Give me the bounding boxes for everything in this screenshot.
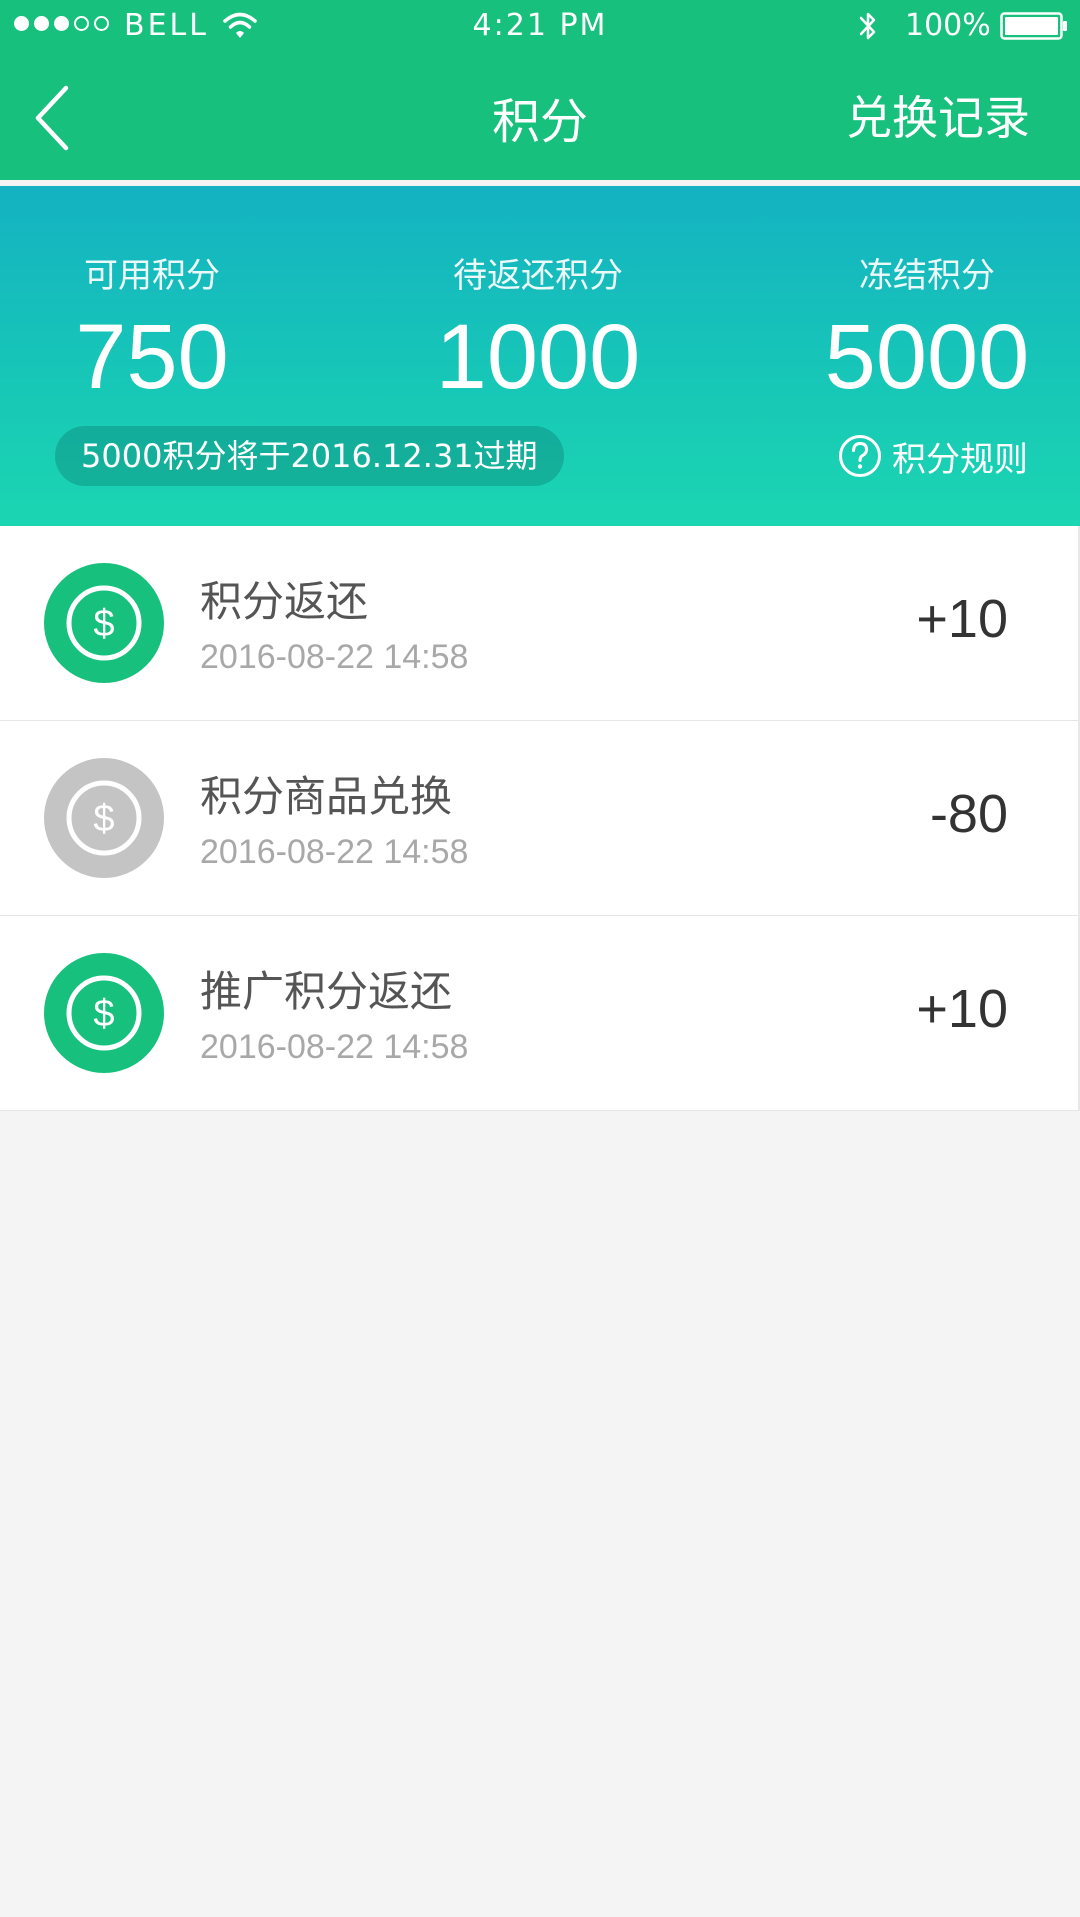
header: BELL 4:21 PM 100% 积分 兑换记录	[0, 0, 1080, 180]
svg-text:$: $	[93, 798, 114, 840]
status-bar: BELL 4:21 PM 100%	[0, 0, 1080, 52]
record-row[interactable]: $ 积分商品兑换 2016-08-22 14:58 -80	[0, 721, 1078, 916]
bluetooth-icon	[859, 12, 876, 40]
svg-text:$: $	[93, 603, 114, 645]
points-rules-label: 积分规则	[892, 439, 1028, 480]
back-button[interactable]	[22, 74, 82, 164]
exchange-history-button[interactable]: 兑换记录	[846, 82, 1030, 148]
svg-text:$: $	[93, 993, 114, 1035]
record-title: 推广积分返还	[200, 967, 453, 1016]
record-time: 2016-08-22 14:58	[200, 638, 469, 676]
record-title: 积分返还	[200, 577, 369, 626]
battery-icon	[1000, 12, 1067, 40]
record-title: 积分商品兑换	[200, 772, 453, 821]
record-row[interactable]: $ 推广积分返还 2016-08-22 14:58 +10	[0, 916, 1078, 1111]
frozen-points: 冻结积分 5000	[797, 248, 1057, 403]
dollar-coin-icon: $	[44, 953, 164, 1073]
available-points: 可用积分 750	[22, 248, 282, 403]
record-points: -80	[929, 784, 1008, 844]
available-points-label: 可用积分	[84, 256, 220, 296]
points-rules-button[interactable]: 积分规则	[838, 432, 1028, 480]
points-screen: BELL 4:21 PM 100% 积分 兑换记录 可用积分 750 待返还积分…	[0, 0, 1080, 1917]
help-circle-icon	[839, 435, 881, 477]
pending-points-label: 待返还积分	[453, 256, 623, 296]
battery-percentage: 100%	[905, 8, 991, 43]
pending-points: 待返还积分 1000	[408, 248, 668, 403]
record-time: 2016-08-22 14:58	[200, 833, 469, 871]
record-row[interactable]: $ 积分返还 2016-08-22 14:58 +10	[0, 526, 1078, 721]
pending-points-value: 1000	[435, 306, 641, 408]
points-record-list: $ 积分返还 2016-08-22 14:58 +10 $ 积分商品兑换 201…	[0, 526, 1080, 1111]
available-points-value: 750	[75, 306, 229, 408]
record-time: 2016-08-22 14:58	[200, 1028, 469, 1066]
points-summary: 可用积分 750 待返还积分 1000 冻结积分 5000 5000积分将于20…	[0, 186, 1080, 526]
chevron-left-icon	[35, 85, 69, 151]
frozen-points-label: 冻结积分	[859, 256, 995, 296]
record-points: +10	[916, 589, 1008, 649]
frozen-points-value: 5000	[824, 306, 1030, 408]
record-points: +10	[916, 979, 1008, 1039]
expiry-notice: 5000积分将于2016.12.31过期	[55, 426, 564, 486]
navigation-bar: 积分 兑换记录	[0, 52, 1080, 180]
dollar-coin-icon: $	[44, 563, 164, 683]
dollar-coin-icon: $	[44, 758, 164, 878]
